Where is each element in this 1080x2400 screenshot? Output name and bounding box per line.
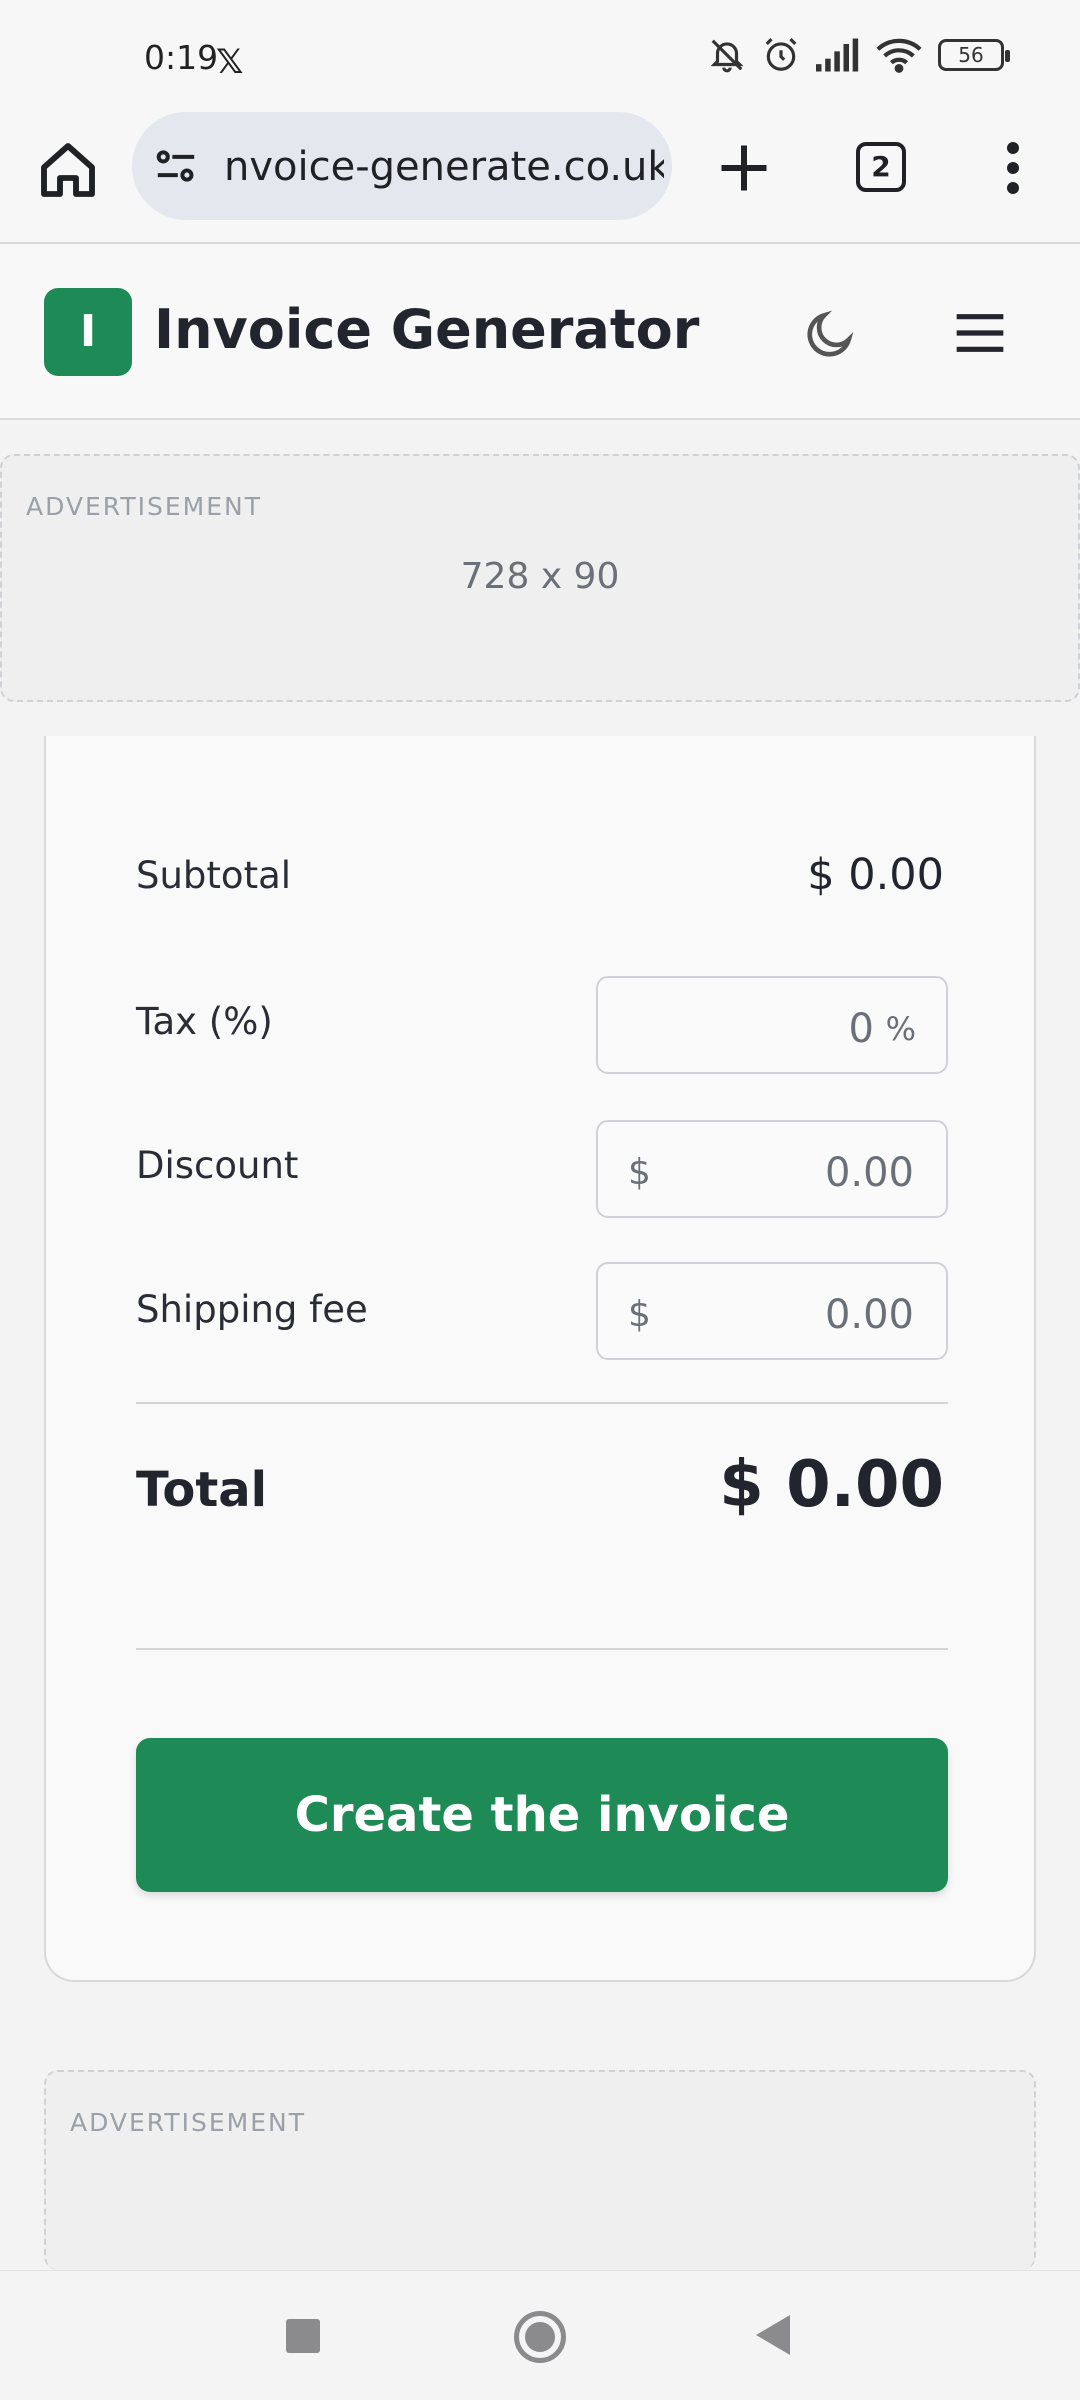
create-invoice-button[interactable]: Create the invoice — [136, 1738, 948, 1892]
home-icon[interactable] — [36, 138, 100, 202]
dollar-prefix: $ — [628, 1294, 651, 1335]
total-value: $ 0.00 — [719, 1448, 944, 1522]
battery-icon: 56 — [938, 39, 1010, 71]
alarm-icon — [765, 38, 797, 71]
site-logo[interactable]: I — [44, 288, 132, 376]
recents-square-icon[interactable] — [286, 2319, 320, 2353]
subtotal-label: Subtotal — [136, 854, 292, 897]
ad-size-placeholder: 728 x 90 — [460, 556, 620, 597]
divider — [136, 1648, 948, 1650]
ad-label: ADVERTISEMENT — [26, 492, 263, 521]
site-header: I Invoice Generator — [0, 244, 1080, 420]
status-time: 0:19 — [144, 38, 219, 77]
tab-switcher-button[interactable]: 2 — [856, 142, 906, 192]
shipping-fee-input[interactable]: $ 0.00 — [596, 1262, 948, 1360]
tax-input[interactable]: 0 % — [596, 976, 948, 1074]
total-label: Total — [136, 1462, 268, 1518]
bell-muted-icon — [710, 39, 744, 73]
tax-label: Tax (%) — [136, 1000, 273, 1043]
advertisement-banner-bottom[interactable]: ADVERTISEMENT — [44, 2070, 1036, 2270]
wifi-icon — [876, 38, 922, 73]
tax-value: 0 — [848, 1006, 874, 1052]
hamburger-menu-icon[interactable] — [952, 308, 1008, 358]
signal-icon — [816, 38, 859, 72]
shipping-fee-label: Shipping fee — [136, 1288, 368, 1331]
system-navigation-bar — [0, 2270, 1080, 2400]
discount-label: Discount — [136, 1144, 299, 1187]
home-circle-icon[interactable] — [514, 2311, 566, 2363]
site-title[interactable]: Invoice Generator — [154, 298, 699, 361]
new-tab-plus-icon[interactable] — [714, 138, 774, 198]
dollar-prefix: $ — [628, 1152, 651, 1193]
back-triangle-icon[interactable] — [756, 2315, 790, 2355]
status-icons: 56 — [708, 36, 1010, 74]
url-text[interactable]: nvoice-generate.co.uk — [224, 144, 664, 190]
divider — [136, 1402, 948, 1404]
shipping-fee-value: 0.00 — [824, 1292, 914, 1338]
status-bar: 0:19 𝕏 56 — [0, 0, 1080, 112]
percent-suffix: % — [885, 1010, 916, 1048]
site-settings-icon[interactable] — [154, 146, 198, 186]
discount-value: 0.00 — [824, 1150, 914, 1196]
x-app-icon: 𝕏 — [216, 42, 244, 82]
more-options-icon[interactable] — [998, 138, 1028, 198]
browser-toolbar: nvoice-generate.co.uk 2 — [0, 112, 1080, 244]
address-bar[interactable]: nvoice-generate.co.uk — [132, 112, 672, 220]
discount-input[interactable]: $ 0.00 — [596, 1120, 948, 1218]
ad-label: ADVERTISEMENT — [70, 2108, 307, 2137]
dark-mode-moon-icon[interactable] — [802, 306, 858, 362]
invoice-summary-card: Subtotal $ 0.00 Tax (%) 0 % Discount $ 0… — [44, 736, 1036, 1982]
subtotal-value: $ 0.00 — [807, 850, 944, 900]
advertisement-banner-top[interactable]: ADVERTISEMENT 728 x 90 — [0, 454, 1080, 702]
